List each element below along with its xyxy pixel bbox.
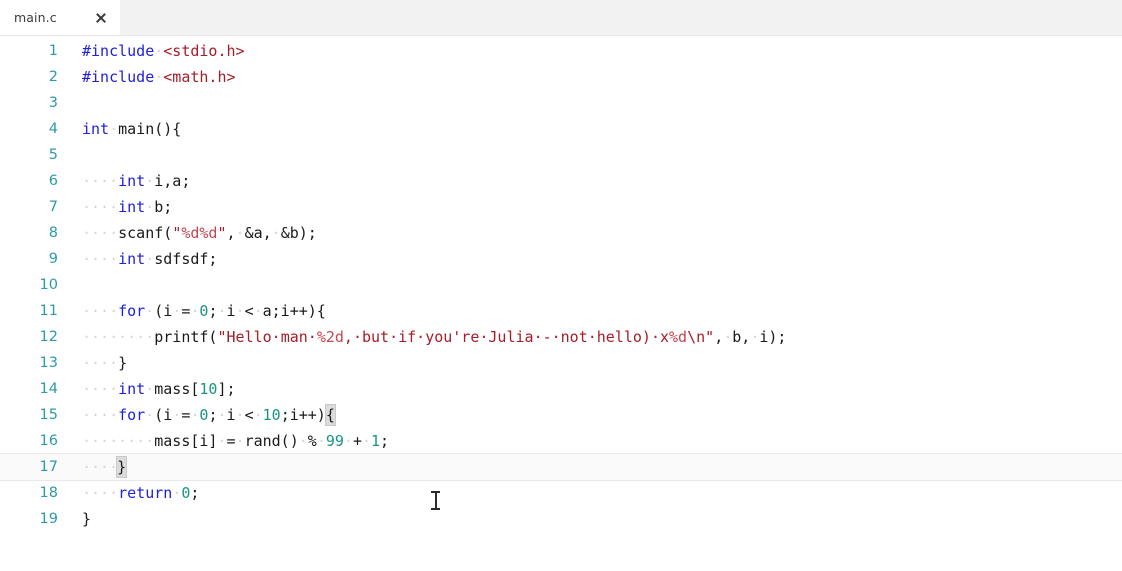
- line-content: int·main(){: [82, 120, 182, 138]
- line-number: 8: [48, 225, 58, 241]
- line-content: ····int·b;: [82, 198, 173, 216]
- line-number: 15: [39, 407, 58, 423]
- line-number: 1: [48, 43, 58, 59]
- code-line[interactable]: 3: [0, 90, 1122, 116]
- line-number: 7: [48, 199, 58, 215]
- tab-bar: main.c: [0, 0, 1122, 36]
- line-number: 6: [48, 173, 58, 189]
- code-line[interactable]: 14 ····int·mass[10];: [0, 376, 1122, 402]
- line-content: #include·<stdio.h>: [82, 42, 245, 60]
- line-number: 19: [39, 511, 58, 527]
- line-number: 12: [39, 329, 58, 345]
- tab-label: main.c: [14, 10, 57, 25]
- code-line[interactable]: 12 ········printf("Hello·man·%2d,·but·if…: [0, 324, 1122, 350]
- code-line-current[interactable]: 17 ····}: [0, 453, 1122, 481]
- code-line[interactable]: 18 ····return·0;: [0, 480, 1122, 506]
- line-number: 2: [48, 69, 58, 85]
- line-content: ····for·(i·=·0;·i·<·10;i++){: [82, 404, 336, 426]
- line-content: ····}: [82, 354, 128, 372]
- line-number: 10: [39, 277, 58, 293]
- line-content: ····for·(i·=·0;·i·<·a;i++){: [82, 302, 326, 320]
- close-icon[interactable]: [94, 11, 108, 25]
- line-content: ····scanf("%d%d",·&a,·&b);: [82, 224, 317, 242]
- code-line[interactable]: 15 ····for·(i·=·0;·i·<·10;i++){: [0, 402, 1122, 428]
- code-line[interactable]: 7 ····int·b;: [0, 194, 1122, 220]
- code-line[interactable]: 8 ····scanf("%d%d",·&a,·&b);: [0, 220, 1122, 246]
- line-content: ········printf("Hello·man·%2d,·but·if·yo…: [82, 328, 787, 346]
- line-number: 18: [39, 485, 58, 501]
- line-content: ····return·0;: [82, 484, 200, 502]
- code-line[interactable]: 11 ····for·(i·=·0;·i·<·a;i++){: [0, 298, 1122, 324]
- line-content: #include·<math.h>: [82, 68, 236, 86]
- code-line[interactable]: 5: [0, 142, 1122, 168]
- code-area[interactable]: 1 #include·<stdio.h> 2 #include·<math.h>…: [0, 36, 1122, 532]
- line-number: 3: [48, 95, 58, 111]
- matching-brace-highlight: {: [324, 404, 336, 426]
- code-line[interactable]: 10: [0, 272, 1122, 298]
- line-number: 4: [48, 121, 58, 137]
- line-content: ····int·mass[10];: [82, 380, 236, 398]
- line-number: 17: [39, 459, 58, 475]
- line-number: 9: [48, 251, 58, 267]
- line-number: 11: [39, 303, 58, 319]
- code-line[interactable]: 1 #include·<stdio.h>: [0, 38, 1122, 64]
- matching-brace-highlight: }: [116, 456, 128, 478]
- code-line[interactable]: 13 ····}: [0, 350, 1122, 376]
- code-line[interactable]: 4 int·main(){: [0, 116, 1122, 142]
- line-number: 13: [39, 355, 58, 371]
- line-number: 5: [48, 147, 58, 163]
- line-content: }: [82, 510, 92, 528]
- line-number: 16: [39, 433, 58, 449]
- code-line[interactable]: 9 ····int·sdfsdf;: [0, 246, 1122, 272]
- line-number: 14: [39, 381, 58, 397]
- code-editor[interactable]: 1 #include·<stdio.h> 2 #include·<math.h>…: [0, 36, 1122, 571]
- line-content: ····}: [82, 456, 128, 478]
- code-line[interactable]: 16 ········mass[i]·=·rand()·%·99·+·1;: [0, 428, 1122, 454]
- code-line[interactable]: 6 ····int·i,a;: [0, 168, 1122, 194]
- line-content: ········mass[i]·=·rand()·%·99·+·1;: [82, 432, 390, 450]
- code-line[interactable]: 19 }: [0, 506, 1122, 532]
- line-content: ····int·i,a;: [82, 172, 191, 190]
- line-content: ····int·sdfsdf;: [82, 250, 218, 268]
- code-line[interactable]: 2 #include·<math.h>: [0, 64, 1122, 90]
- editor-tab-main-c[interactable]: main.c: [0, 0, 120, 35]
